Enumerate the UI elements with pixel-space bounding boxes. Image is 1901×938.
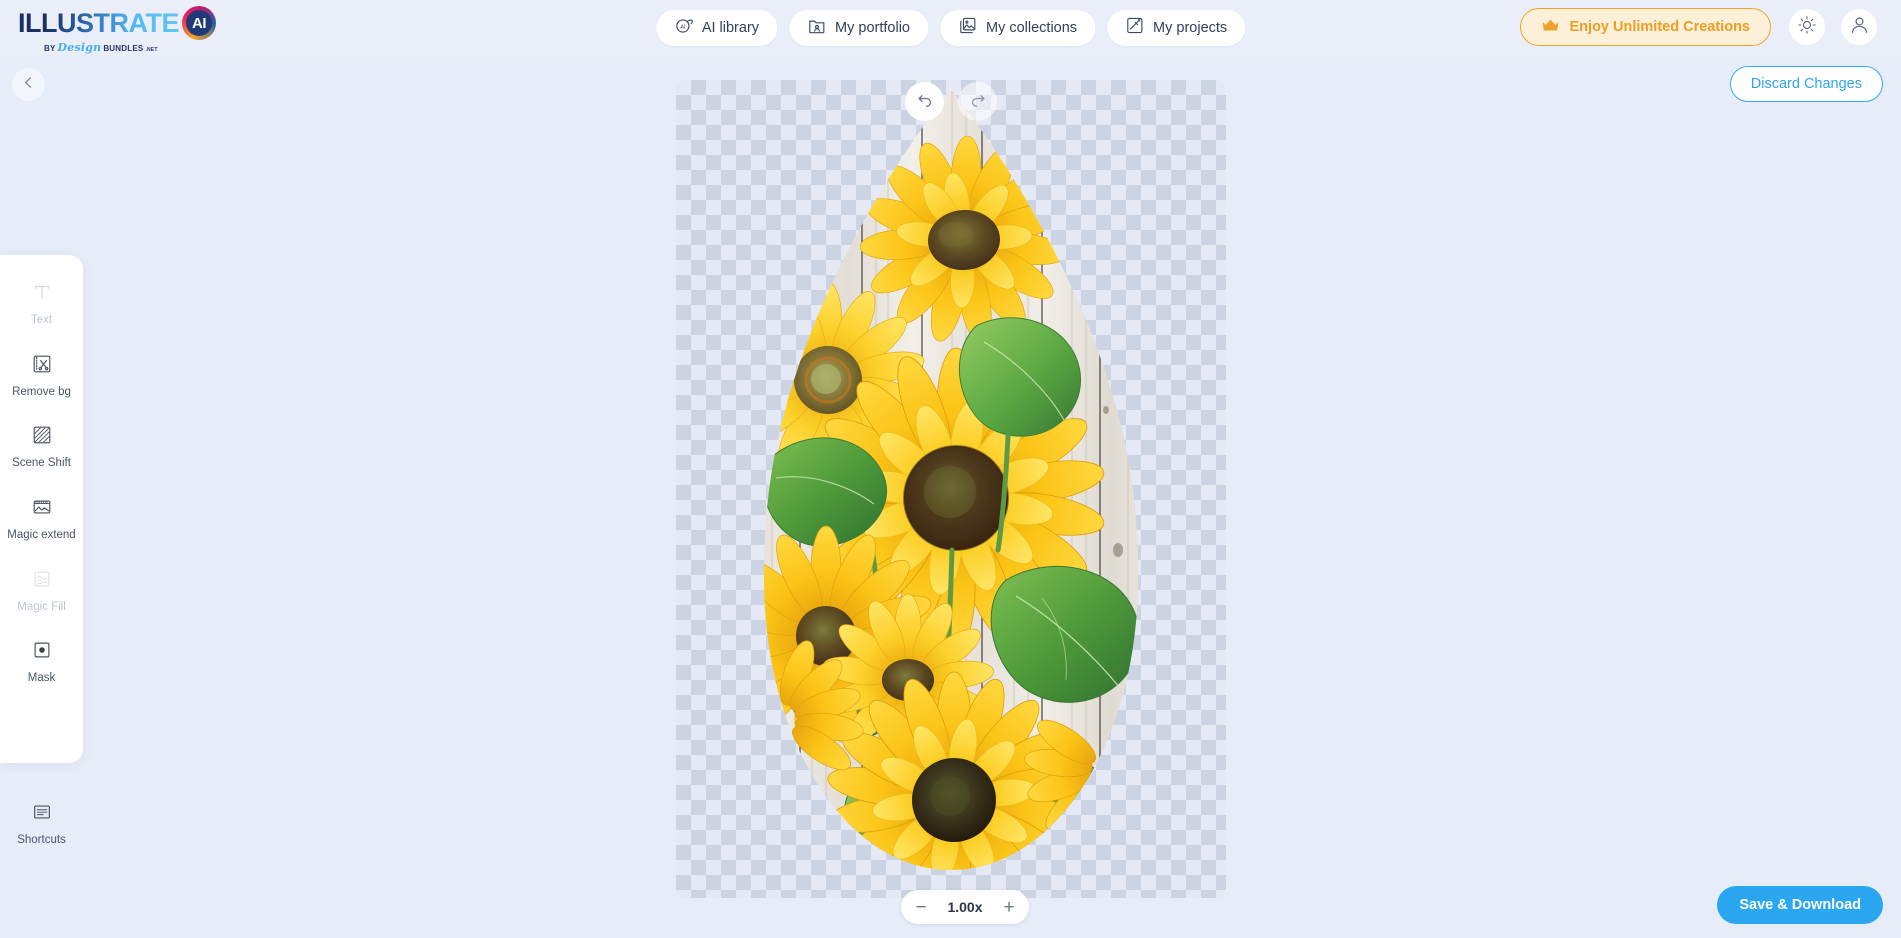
expand-image-icon	[31, 496, 53, 523]
nav-item-ai-library[interactable]: AI AI library	[655, 9, 778, 46]
hatch-square-icon	[31, 424, 53, 451]
chevron-left-icon	[21, 75, 36, 95]
nav-item-my-portfolio[interactable]: My portfolio	[789, 9, 928, 46]
logo-brand-script: Design	[57, 41, 102, 54]
tool-text[interactable]: Text	[0, 272, 83, 334]
undo-button[interactable]	[905, 82, 944, 121]
save-and-download-label: Save & Download	[1739, 897, 1861, 913]
tool-label-remove-bg: Remove bg	[12, 385, 71, 398]
account-button[interactable]	[1841, 9, 1877, 45]
logo-row: ILLUSTRATE AI	[18, 6, 216, 40]
editor-canvas[interactable]	[676, 80, 1226, 898]
tool-remove-bg[interactable]: Remove bg	[0, 344, 83, 406]
collections-stack-icon	[958, 16, 977, 39]
logo-by-text: BY	[44, 44, 56, 53]
sun-icon	[1797, 15, 1817, 40]
keyboard-list-icon	[31, 801, 53, 828]
redo-button[interactable]	[958, 82, 997, 121]
app-logo[interactable]: ILLUSTRATE AI BY Design BUNDLES .NET	[18, 6, 216, 54]
zoom-level-value: 1.00x	[947, 899, 983, 915]
tool-label-scene-shift: Scene Shift	[12, 457, 71, 470]
logo-brand-tld: .NET	[145, 47, 158, 53]
enjoy-unlimited-creations-button[interactable]: Enjoy Unlimited Creations	[1519, 8, 1771, 46]
redo-arrow-icon	[969, 90, 987, 113]
logo-ai-text: AI	[191, 14, 207, 32]
history-controls	[676, 82, 1226, 121]
nav-item-my-collections[interactable]: My collections	[939, 9, 1096, 46]
user-avatar-icon	[1849, 14, 1870, 40]
tool-panel-spacer	[0, 702, 83, 792]
logo-brand-bold: BUNDLES	[103, 44, 144, 53]
svg-text:AI: AI	[680, 24, 685, 30]
tool-label-magic-extend: Magic extend	[7, 528, 76, 541]
scissors-icon	[31, 353, 53, 380]
logo-subtitle: BY Design BUNDLES .NET	[44, 41, 158, 54]
nav-label-my-projects: My projects	[1153, 19, 1228, 36]
ai-circle-icon: AI	[674, 16, 693, 39]
logo-ai-badge-icon: AI	[181, 6, 216, 40]
portfolio-folder-icon	[807, 16, 826, 39]
tool-panel: Text Remove bg Scene Shift Magic extend …	[0, 255, 83, 846]
nav-label-my-portfolio: My portfolio	[835, 19, 910, 36]
zoom-in-button[interactable]: +	[997, 895, 1021, 919]
discard-changes-button[interactable]: Discard Changes	[1729, 66, 1883, 102]
back-button[interactable]	[12, 68, 45, 101]
tool-label-shortcuts: Shortcuts	[17, 833, 66, 846]
tool-magic-extend[interactable]: Magic extend	[0, 487, 83, 549]
nav-label-ai-library: AI library	[701, 19, 760, 36]
top-bar: ILLUSTRATE AI BY Design BUNDLES .NET AI AI …	[0, 0, 1901, 55]
magic-wand-icon	[1125, 16, 1144, 39]
nav-item-my-projects[interactable]: My projects	[1107, 9, 1246, 46]
theme-toggle-button[interactable]	[1789, 9, 1825, 45]
fill-pattern-icon	[31, 568, 53, 595]
mask-dot-icon	[31, 639, 53, 666]
tool-magic-fill[interactable]: Magic Fill	[0, 559, 83, 621]
text-t-icon	[31, 281, 53, 308]
main-nav: AI AI library My portfolio My collection…	[655, 9, 1246, 46]
nav-label-my-collections: My collections	[985, 19, 1078, 36]
tool-shortcuts[interactable]: Shortcuts	[0, 792, 83, 854]
tool-mask[interactable]: Mask	[0, 630, 83, 692]
logo-wordmark: ILLUSTRATE	[18, 7, 179, 38]
tool-label-text: Text	[30, 314, 53, 326]
crown-icon	[1541, 18, 1560, 37]
tool-label-magic-fill: Magic Fill	[17, 600, 66, 613]
tool-scene-shift[interactable]: Scene Shift	[0, 415, 83, 477]
undo-arrow-icon	[916, 90, 934, 113]
artwork-sunflowers-on-wood	[764, 90, 1138, 870]
save-and-download-button[interactable]: Save & Download	[1717, 886, 1883, 924]
upgrade-label: Enjoy Unlimited Creations	[1569, 19, 1750, 35]
zoom-control: − 1.00x +	[901, 890, 1029, 924]
discard-changes-label: Discard Changes	[1750, 76, 1862, 92]
zoom-out-button[interactable]: −	[909, 895, 933, 919]
tool-label-mask: Mask	[27, 672, 56, 685]
